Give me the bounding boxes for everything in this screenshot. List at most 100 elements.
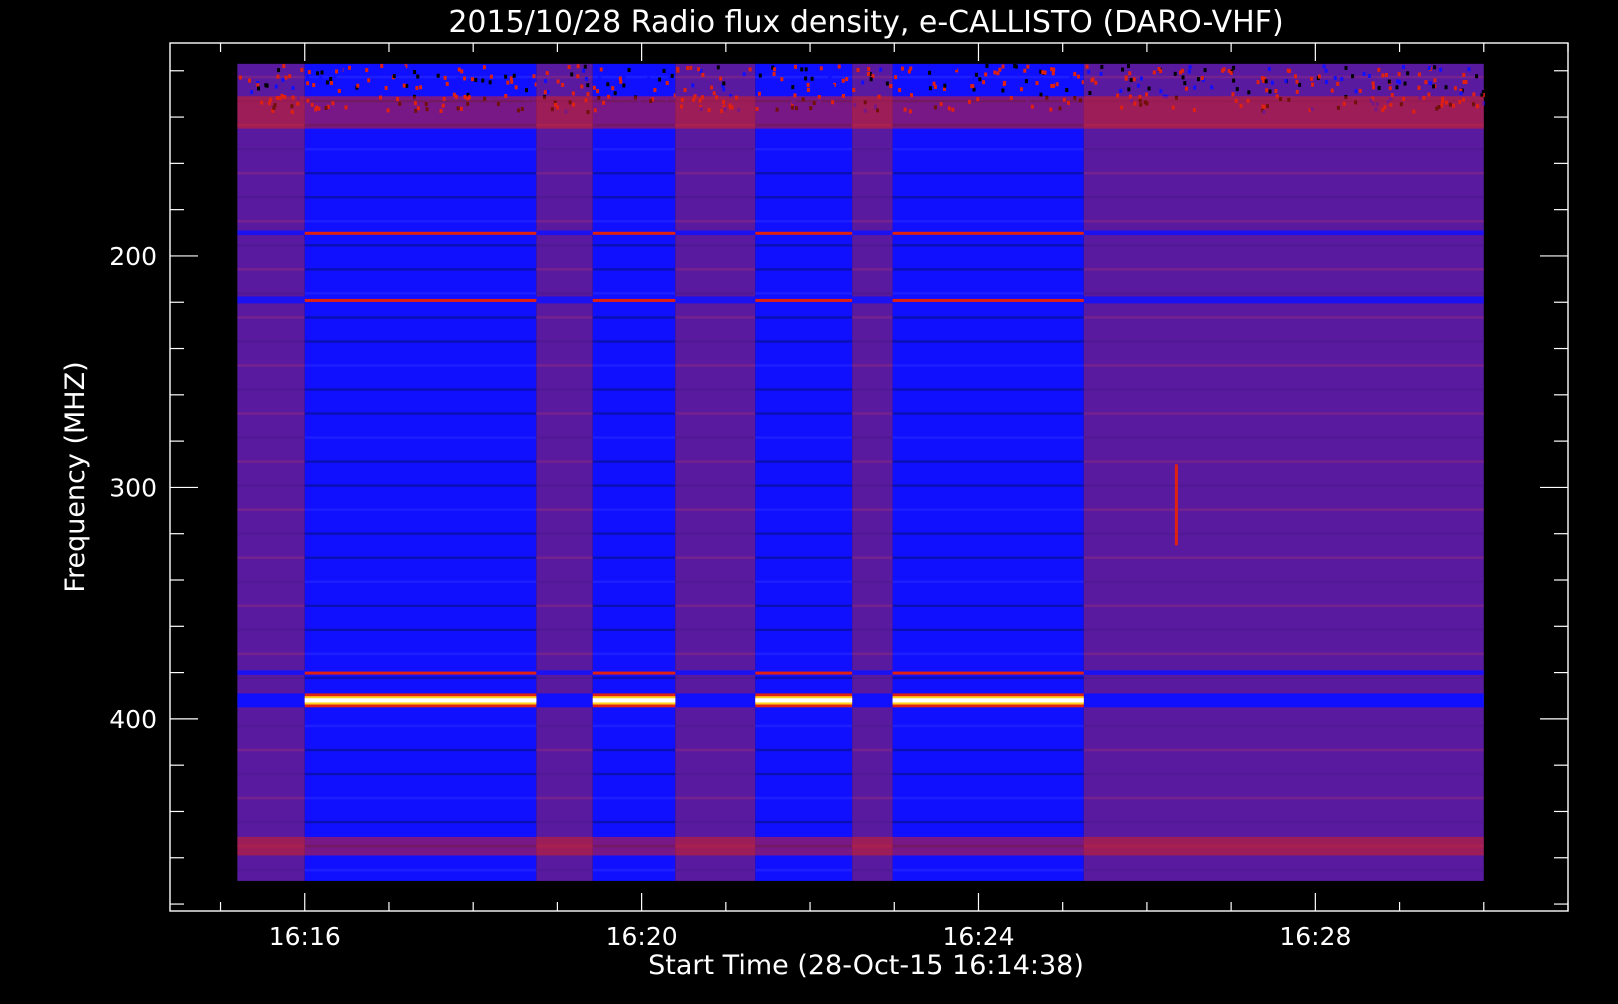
texture-streak: [304, 508, 537, 511]
noise-speck: [525, 88, 529, 93]
texture-streak: [675, 292, 756, 295]
noise-speck: [248, 78, 252, 83]
texture-streak: [1083, 75, 1484, 79]
noise-speck: [622, 73, 626, 78]
noise-speck: [300, 67, 304, 72]
texture-streak: [852, 340, 893, 343]
texture-streak: [592, 436, 676, 439]
noise-speck: [683, 87, 687, 92]
texture-streak: [892, 147, 1084, 151]
noise-speck: [773, 67, 777, 72]
noise-speck: [928, 70, 932, 75]
texture-streak: [675, 364, 756, 367]
texture-streak: [237, 340, 305, 343]
texture-streak: [592, 147, 676, 151]
texture-streak: [675, 268, 756, 271]
noise-speck: [1050, 67, 1054, 72]
texture-streak: [592, 724, 676, 728]
texture-streak: [755, 292, 853, 295]
texture-streak: [304, 75, 537, 79]
x-tick-label: 16:28: [1279, 922, 1351, 951]
noise-speck: [586, 92, 590, 97]
texture-streak: [675, 724, 756, 728]
texture-streak: [892, 652, 1084, 656]
texture-streak: [675, 868, 756, 872]
noise-speck: [1433, 78, 1437, 83]
texture-streak: [892, 436, 1084, 439]
noise-speck: [556, 79, 560, 84]
noise-speck: [474, 77, 478, 82]
noise-speck: [1284, 79, 1288, 84]
noise-speck: [670, 73, 674, 78]
noise-speck: [582, 68, 586, 73]
noise-speck: [510, 79, 514, 84]
noise-speck: [852, 87, 856, 92]
noise-speck: [1336, 81, 1340, 86]
texture-streak: [1083, 580, 1484, 584]
noise-speck: [804, 76, 808, 81]
noise-speck: [1091, 77, 1095, 82]
noise-speck: [331, 91, 335, 96]
noise-speck: [250, 90, 254, 95]
noise-speck: [1377, 85, 1381, 90]
noise-speck: [347, 65, 351, 70]
texture-streak: [237, 556, 305, 559]
noise-speck: [306, 75, 310, 80]
texture-streak: [892, 604, 1084, 608]
noise-speck: [1001, 88, 1005, 93]
texture-streak: [1083, 220, 1484, 223]
texture-streak: [852, 580, 893, 584]
texture-streak: [237, 244, 305, 247]
noise-speck: [748, 67, 752, 72]
noise-speck: [1055, 82, 1059, 87]
texture-streak: [536, 75, 593, 79]
noise-speck: [561, 82, 565, 87]
noise-speck: [998, 67, 1002, 72]
noise-speck: [402, 65, 406, 70]
noise-speck: [1210, 85, 1214, 90]
time-segment: [304, 63, 537, 881]
noise-speck: [810, 76, 814, 81]
noise-speck: [1127, 63, 1131, 68]
texture-streak: [852, 748, 893, 752]
texture-streak: [536, 364, 593, 367]
noise-speck: [1193, 85, 1197, 90]
texture-streak: [675, 75, 756, 79]
noise-speck: [943, 83, 947, 88]
noise-speck: [658, 82, 662, 87]
feature-line: [592, 231, 676, 235]
noise-speck: [900, 66, 904, 71]
noise-speck: [618, 76, 622, 81]
noise-speck: [932, 81, 936, 86]
texture-streak: [304, 436, 537, 439]
noise-speck: [907, 69, 911, 74]
noise-speck: [978, 77, 982, 82]
strong-band-core: [592, 698, 676, 703]
texture-streak: [1083, 340, 1484, 343]
texture-streak: [1083, 796, 1484, 800]
texture-streak: [536, 244, 593, 247]
noise-speck: [1024, 79, 1028, 84]
noise-speck: [1322, 64, 1326, 69]
noise-speck: [806, 82, 810, 87]
noise-speck: [481, 78, 485, 83]
texture-streak: [237, 364, 305, 367]
texture-streak: [1083, 388, 1484, 391]
texture-streak: [892, 340, 1084, 343]
texture-streak: [675, 676, 756, 680]
texture-streak: [892, 748, 1084, 752]
noise-speck: [1054, 65, 1058, 70]
noise-speck: [306, 81, 310, 86]
noise-speck: [658, 77, 662, 82]
texture-streak: [852, 532, 893, 535]
noise-speck: [485, 86, 489, 91]
noise-speck: [1324, 80, 1328, 85]
time-segment: [675, 63, 756, 881]
noise-speck: [1462, 72, 1466, 77]
noise-speck: [365, 68, 369, 73]
noise-speck: [325, 80, 329, 85]
texture-streak: [237, 171, 305, 175]
noise-speck: [330, 80, 334, 85]
noise-speck: [791, 85, 795, 90]
texture-streak: [237, 75, 305, 79]
